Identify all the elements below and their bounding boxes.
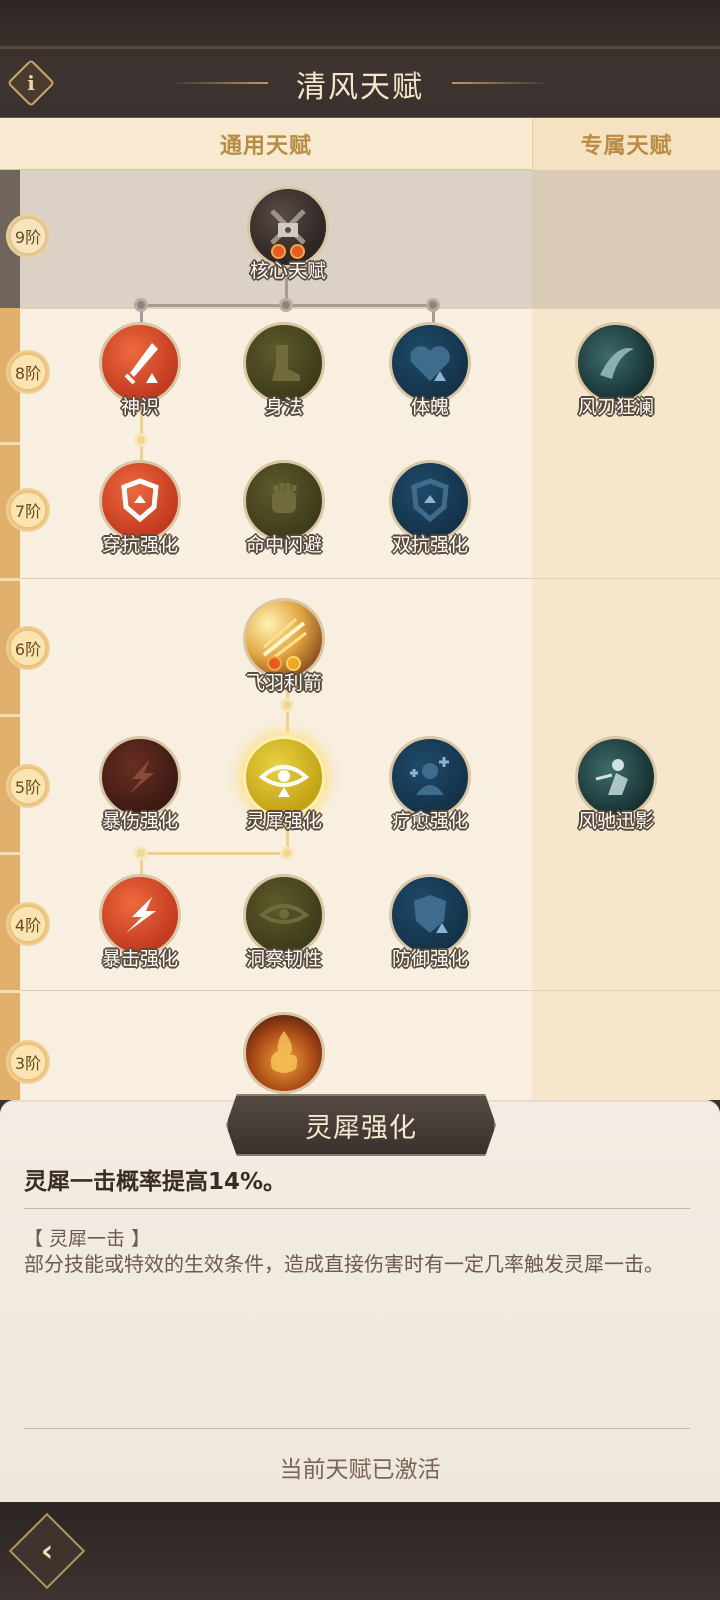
- talent-tree[interactable]: 9阶 8阶 7阶 6阶 5阶 4阶 3阶 核心天赋 神识 身法 体魄 风刃狂澜 …: [0, 170, 720, 1100]
- title-ornament-right: [452, 82, 552, 84]
- tier-badge-5: 5阶: [6, 764, 50, 808]
- flame-icon: [243, 1012, 325, 1094]
- tier-badge-6: 6阶: [6, 626, 50, 670]
- talent-label: 洞察韧性: [245, 948, 322, 970]
- tier-badge-4: 4阶: [6, 902, 50, 946]
- talent-label: 体魄: [410, 396, 449, 418]
- back-button[interactable]: ‹: [8, 1512, 86, 1590]
- tier-badge-9: 9阶: [6, 214, 50, 258]
- connector-node: [280, 846, 294, 860]
- talent-label: 飞羽利箭: [245, 672, 322, 694]
- rail-divider: [0, 990, 20, 993]
- talent-label: 防御强化: [391, 948, 468, 970]
- connector-node: [279, 298, 293, 312]
- row-divider: [20, 308, 720, 309]
- talent-label: 疗愈强化: [391, 810, 468, 832]
- talent-label: 核心天赋: [249, 260, 326, 282]
- tier-badge-3: 3阶: [6, 1040, 50, 1084]
- rail-divider: [0, 852, 20, 855]
- talent-label: 神识: [120, 396, 159, 418]
- divider: [24, 1208, 690, 1209]
- rail-divider: [0, 578, 20, 581]
- talent-label: 双抗强化: [391, 534, 468, 556]
- talent-label: 风刃狂澜: [577, 396, 654, 418]
- activation-status: 当前天赋已激活: [279, 1457, 441, 1483]
- page-title: 清风天赋: [296, 70, 424, 105]
- connector-node: [426, 298, 440, 312]
- talent-label: 灵犀强化: [245, 810, 322, 832]
- row-divider: [20, 990, 720, 991]
- connector-node: [134, 846, 148, 860]
- rail-divider: [0, 714, 20, 717]
- talent-label: 暴伤强化: [101, 810, 178, 832]
- talent-detail-panel: 灵犀强化 灵犀一击概率提高14%。 【 灵犀一击 】 部分技能或特效的生效条件，…: [0, 1094, 720, 1502]
- talent-label: 命中闪避: [245, 534, 322, 556]
- tab-general-talent[interactable]: 通用天赋: [0, 118, 532, 170]
- row-divider: [20, 578, 720, 579]
- detail-description: 部分技能或特效的生效条件，造成直接伤害时有一定几率触发灵犀一击。: [24, 1252, 664, 1276]
- bottom-bar: ‹: [0, 1502, 720, 1600]
- tier-badge-7: 7阶: [6, 488, 50, 532]
- top-bar: i 清风天赋: [0, 0, 720, 118]
- divider: [24, 1428, 690, 1429]
- tier-badge-8: 8阶: [6, 350, 50, 394]
- talent-label: 风驰迅影: [577, 810, 654, 832]
- top-groove: [0, 46, 720, 49]
- detail-effect: 灵犀一击概率提高14%。: [24, 1169, 287, 1195]
- exclusive-column: [532, 170, 720, 1100]
- talent-label: 身法: [264, 396, 303, 418]
- talent-label: 穿抗强化: [101, 534, 178, 556]
- connector-node: [134, 433, 148, 447]
- locked-tier-overlay: [0, 170, 720, 308]
- tab-exclusive-talent[interactable]: 专属天赋: [532, 118, 720, 170]
- detail-title: 灵犀强化: [226, 1094, 496, 1156]
- connector-node: [134, 298, 148, 312]
- back-arrow-icon: ‹: [40, 1533, 54, 1569]
- talent-label: 暴击强化: [101, 948, 178, 970]
- rail-divider: [0, 442, 20, 445]
- connector-line: [140, 852, 288, 855]
- detail-keyword: 【 灵犀一击 】: [24, 1228, 151, 1250]
- talent-tabs: 通用天赋 专属天赋: [0, 118, 720, 170]
- connector-node: [280, 698, 294, 712]
